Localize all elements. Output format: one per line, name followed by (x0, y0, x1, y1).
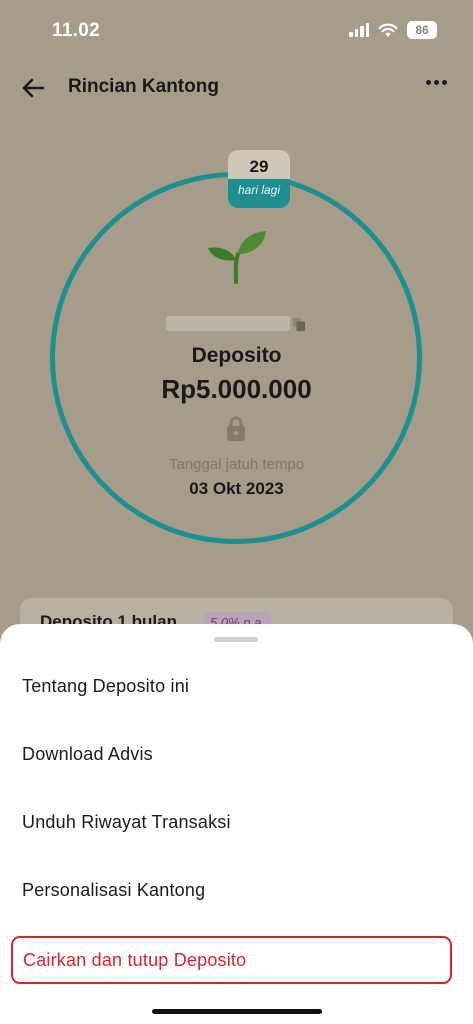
maturity-date-label: Tanggal jatuh tempo (168, 456, 305, 473)
arrow-left-icon[interactable] (20, 74, 48, 102)
account-number-redacted (166, 316, 290, 331)
options-bottom-sheet: Tentang Deposito ini Download Advis Undu… (0, 624, 473, 1024)
menu-item-about-deposit[interactable]: Tentang Deposito ini (0, 660, 473, 728)
page-title: Rincian Kantong (68, 76, 219, 97)
lock-icon (227, 416, 245, 441)
days-left-number: 29 (249, 157, 269, 176)
menu-item-download-advice[interactable]: Download Advis (0, 728, 473, 796)
more-dots-icon[interactable] (426, 80, 447, 85)
drag-handle[interactable] (214, 637, 258, 642)
status-bar: 11.02 86 (0, 0, 473, 62)
status-icons: 86 (349, 21, 437, 39)
signal-icon (349, 23, 369, 37)
days-left-label: hari lagi (228, 179, 290, 208)
copy-icon[interactable] (292, 317, 306, 332)
maturity-date: 03 Okt 2023 (189, 479, 284, 498)
options-menu: Tentang Deposito ini Download Advis Undu… (0, 660, 473, 984)
days-left-badge: 29 hari lagi (228, 150, 290, 208)
sprout-icon (208, 231, 266, 284)
status-time: 11.02 (52, 20, 100, 41)
home-indicator (152, 1009, 322, 1014)
balance-amount: Rp5.000.000 (161, 374, 312, 404)
menu-item-download-transaction-history[interactable]: Unduh Riwayat Transaksi (0, 796, 473, 864)
app-header: Rincian Kantong (0, 62, 473, 114)
product-name: Deposito (191, 344, 282, 367)
battery-icon: 86 (407, 21, 437, 39)
menu-item-withdraw-close-deposit[interactable]: Cairkan dan tutup Deposito (11, 936, 452, 984)
menu-item-personalize-pocket[interactable]: Personalisasi Kantong (0, 864, 473, 932)
wifi-icon (378, 23, 398, 37)
